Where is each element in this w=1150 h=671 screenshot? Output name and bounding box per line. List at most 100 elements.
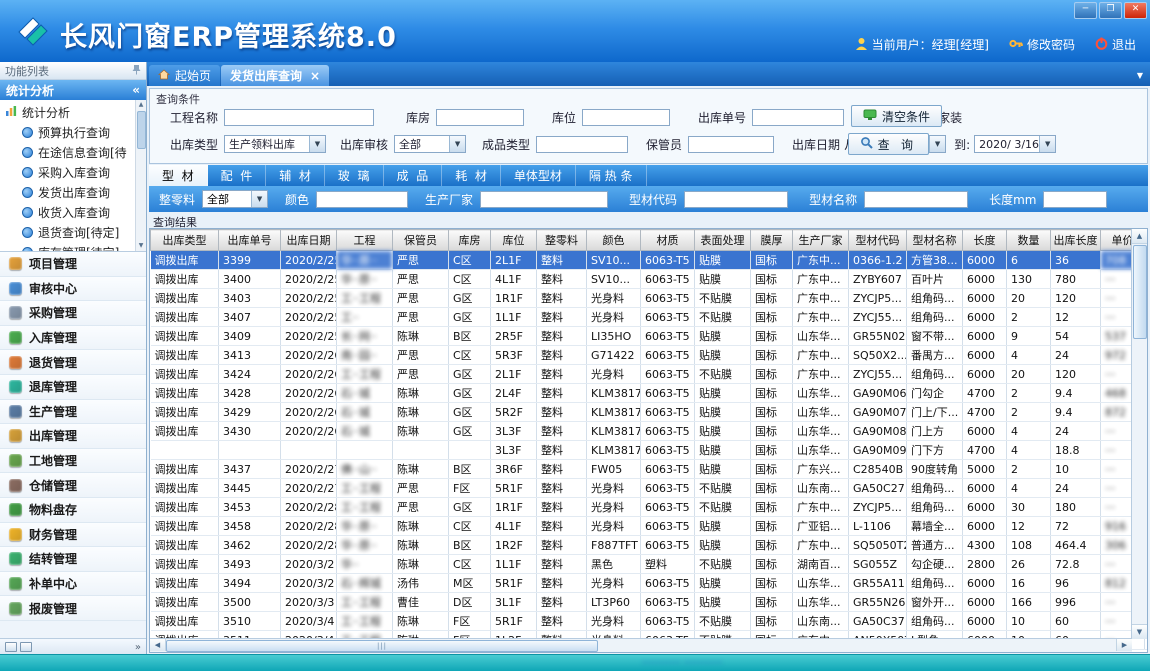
tree-item-[interactable]: 发货出库查询 (5, 182, 146, 202)
table-row[interactable]: 调拨出库35102020/3/4工··工程陈琳F区5R1F整料光身料6063-T… (151, 612, 1149, 631)
sidebar-item-采购管理[interactable]: 采购管理 (0, 301, 146, 326)
scroll-right-icon[interactable]: ▶ (1116, 639, 1132, 651)
scroll-left-icon[interactable]: ◀ (150, 639, 166, 651)
tab-起始页[interactable]: 起始页 (149, 65, 220, 86)
tab-发货出库查询[interactable]: 发货出库查询× (221, 65, 329, 86)
footer-panel-icon[interactable] (5, 642, 17, 652)
tree-item-[interactable]: 在途信息查询[待 (5, 142, 146, 162)
column-header-出库单号[interactable]: 出库单号 (219, 230, 281, 251)
table-row[interactable]: 调拨出库34032020/2/25工··工程严思G区1R1F整料光身料6063-… (151, 289, 1149, 308)
horizontal-scrollbar-thumb[interactable]: ||| (166, 640, 598, 652)
footer-expand-icon[interactable]: » (135, 642, 141, 653)
column-header-出库日期[interactable]: 出库日期 (281, 230, 337, 251)
order-no-input[interactable] (752, 109, 844, 126)
tree-item-[interactable]: 库存管理[待定] (5, 242, 146, 252)
audit-select[interactable]: 全部 ▼ (394, 135, 466, 153)
table-row[interactable]: 调拨出库34452020/2/27工··工程严思F区5R1F整料光身料6063-… (151, 479, 1149, 498)
column-header-表面处理[interactable]: 表面处理 (695, 230, 751, 251)
table-row[interactable]: 调拨出库34132020/2/26南··园··严思C区5R3F整料G714226… (151, 346, 1149, 365)
stats-section-header[interactable]: 统计分析 « (0, 80, 146, 100)
location-input[interactable] (582, 109, 670, 126)
column-header-工程[interactable]: 工程 (337, 230, 393, 251)
tree-item-[interactable]: 预算执行查询 (5, 122, 146, 142)
warehouse-input[interactable] (436, 109, 524, 126)
date-to-picker[interactable]: 2020/ 3/16 ▼ (974, 135, 1056, 153)
tree-scroll-down-icon[interactable]: ▼ (136, 241, 146, 251)
profile-code-input[interactable] (684, 191, 788, 208)
sidebar-item-退库管理[interactable]: 退库管理 (0, 375, 146, 400)
tree-scrollbar[interactable]: ▲ ▼ (135, 100, 146, 251)
sidebar-item-退货管理[interactable]: 退货管理 (0, 350, 146, 375)
clear-conditions-button[interactable]: 清空条件 (851, 105, 942, 127)
table-row[interactable]: 调拨出库34092020/2/25长··网··陈琳B区2R5F整料LI35HO6… (151, 327, 1149, 346)
column-header-库位[interactable]: 库位 (491, 230, 537, 251)
column-header-出库长度[interactable]: 出库长度 (1051, 230, 1101, 251)
material-tab-隔热条[interactable]: 隔 热 条 (576, 165, 647, 186)
table-row[interactable]: 调拨出库34302020/2/26石··城陈琳G区3L3F整料KLM381760… (151, 422, 1149, 441)
product-type-input[interactable] (536, 136, 628, 153)
material-tab-配件[interactable]: 配 件 (208, 165, 267, 186)
pin-icon[interactable] (132, 64, 141, 78)
material-tab-型材[interactable]: 型 材 (149, 165, 208, 186)
column-header-膜厚[interactable]: 膜厚 (751, 230, 793, 251)
maximize-icon[interactable]: ❐ (1099, 2, 1122, 19)
material-tab-辅材[interactable]: 辅 材 (266, 165, 325, 186)
tree-item-[interactable]: 收货入库查询 (5, 202, 146, 222)
scroll-up-icon[interactable]: ▲ (1132, 229, 1147, 244)
table-row[interactable]: 调拨出库34282020/2/26石··城陈琳G区2L4F整料KLM381760… (151, 384, 1149, 403)
tree-item-[interactable]: 退货查询[待定] (5, 222, 146, 242)
table-row[interactable]: 调拨出库35002020/3/3工··工程曹佳D区3L1F整料LT3P60606… (151, 593, 1149, 612)
sidebar-item-出库管理[interactable]: 出库管理 (0, 424, 146, 449)
column-header-型材名称[interactable]: 型材名称 (907, 230, 963, 251)
color-input[interactable] (316, 191, 408, 208)
table-row[interactable]: 调拨出库34942020/3/2石··辉城汤伟M区5R1F整料光身料6063-T… (151, 574, 1149, 593)
table-row[interactable]: 调拨出库34072020/2/25工··严思G区1L1F整料光身料6063-T5… (151, 308, 1149, 327)
sidebar-item-入库管理[interactable]: 入库管理 (0, 326, 146, 351)
table-row[interactable]: 调拨出库34932020/3/2华··陈琳C区1L1F整料黑色塑料不贴膜国标湖南… (151, 555, 1149, 574)
table-row[interactable]: 调拨出库34372020/2/27佛··山··陈琳B区3R6F整料FW05606… (151, 460, 1149, 479)
table-row[interactable]: 3L3F整料KLM38176063-T5贴膜国标山东华...GA90M09...… (151, 441, 1149, 460)
column-header-整零料[interactable]: 整零料 (537, 230, 587, 251)
logout-button[interactable]: 退出 (1095, 36, 1136, 53)
table-row[interactable]: 调拨出库34242020/2/26工··工程严思G区2L1F整料光身料6063-… (151, 365, 1149, 384)
column-header-出库类型[interactable]: 出库类型 (151, 230, 219, 251)
scroll-down-icon[interactable]: ▼ (1132, 624, 1147, 639)
sidebar-item-补单中心[interactable]: 补单中心 (0, 572, 146, 597)
material-tab-单体型材[interactable]: 单体型材 (501, 165, 576, 186)
vertical-scrollbar-thumb[interactable] (1133, 245, 1147, 339)
column-header-型材代码[interactable]: 型材代码 (849, 230, 907, 251)
length-input[interactable] (1043, 191, 1107, 208)
column-header-生产厂家[interactable]: 生产厂家 (793, 230, 849, 251)
keeper-input[interactable] (688, 136, 774, 153)
table-row[interactable]: 调拨出库34622020/2/28华··原··陈琳B区1R2F整料F887TFT… (151, 536, 1149, 555)
footer-monitor-icon[interactable] (20, 642, 32, 652)
vertical-scrollbar[interactable]: ▲ ▼ (1131, 229, 1147, 639)
project-name-input[interactable] (224, 109, 374, 126)
sidebar-item-审核中心[interactable]: 审核中心 (0, 277, 146, 302)
close-icon[interactable]: ✕ (1124, 2, 1147, 19)
change-password-button[interactable]: 修改密码 (1009, 36, 1075, 53)
table-row[interactable]: 调拨出库33992020/2/25华··原··严思C区2L1F整料SV10...… (151, 251, 1149, 270)
sidebar-item-财务管理[interactable]: 财务管理 (0, 523, 146, 548)
tab-list-dropdown-icon[interactable]: ▼ (1137, 71, 1143, 80)
tree-item-[interactable]: 采购入库查询 (5, 162, 146, 182)
table-row[interactable]: 调拨出库34002020/2/25华··原··严思C区4L1F整料SV10...… (151, 270, 1149, 289)
tab-close-icon[interactable]: × (310, 69, 320, 83)
sidebar-item-项目管理[interactable]: 项目管理 (0, 252, 146, 277)
table-row[interactable]: 调拨出库34582020/2/28华··原··陈琳C区4L1F整料光身料6063… (151, 517, 1149, 536)
material-tab-成品[interactable]: 成 品 (384, 165, 443, 186)
column-header-颜色[interactable]: 颜色 (587, 230, 641, 251)
column-header-保管员[interactable]: 保管员 (393, 230, 449, 251)
tree-root-statistics[interactable]: 统计分析 (5, 102, 146, 122)
horizontal-scrollbar[interactable]: ◀ ||| ▶ (150, 638, 1132, 652)
manufacturer-input[interactable] (480, 191, 608, 208)
column-header-库房[interactable]: 库房 (449, 230, 491, 251)
column-header-数量[interactable]: 数量 (1007, 230, 1051, 251)
search-button[interactable]: 查 询 (848, 133, 929, 155)
material-tab-耗材[interactable]: 耗 材 (442, 165, 501, 186)
column-header-长度[interactable]: 长度 (963, 230, 1007, 251)
whole-part-select[interactable]: 全部 ▼ (202, 190, 268, 208)
collapse-icon[interactable]: « (132, 83, 140, 97)
tree-scrollbar-thumb[interactable] (137, 111, 146, 149)
minimize-icon[interactable]: ─ (1074, 2, 1097, 19)
